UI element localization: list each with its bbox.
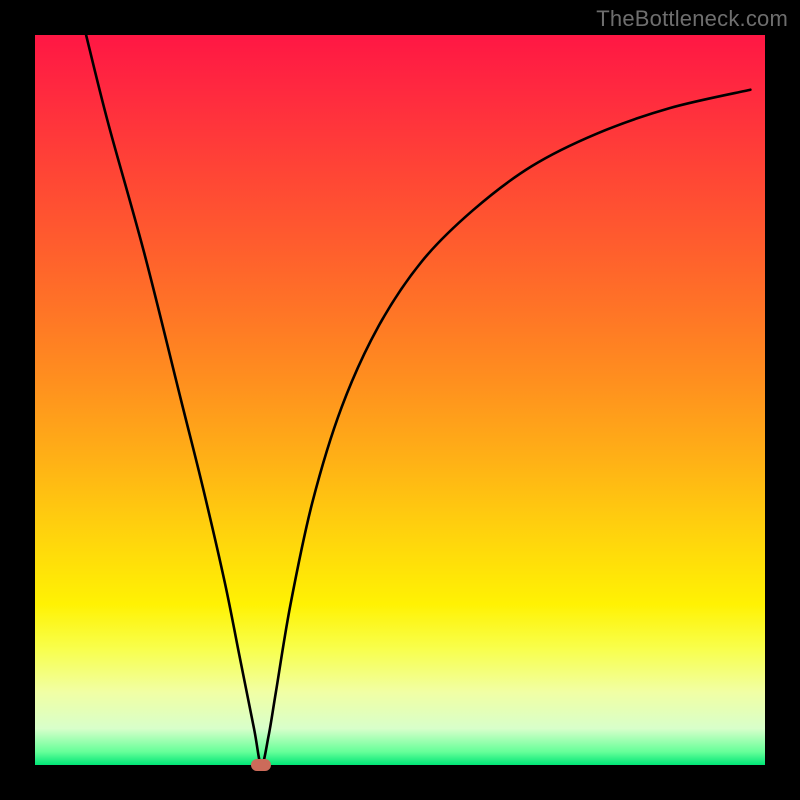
watermark-text: TheBottleneck.com: [596, 6, 788, 32]
optimum-marker: [251, 759, 271, 771]
plot-area: [35, 35, 765, 765]
chart-frame: TheBottleneck.com: [0, 0, 800, 800]
bottleneck-curve: [35, 35, 765, 765]
